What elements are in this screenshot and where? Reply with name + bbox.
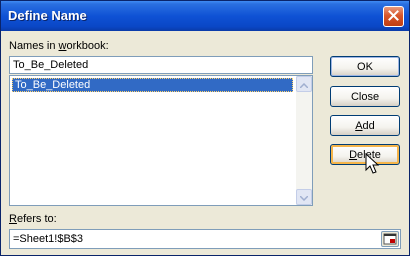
add-button[interactable]: Add [330, 115, 400, 136]
mouse-pointer-icon [365, 152, 385, 177]
name-input[interactable]: To_Be_Deleted [9, 56, 313, 74]
close-window-button[interactable] [383, 6, 404, 27]
collapse-dialog-button[interactable] [381, 231, 399, 247]
scroll-up-arrow-icon [299, 78, 309, 91]
scroll-down-arrow-icon [299, 191, 309, 204]
refers-to-label: Refers to: [9, 213, 57, 225]
vertical-scrollbar[interactable] [296, 76, 312, 205]
define-name-dialog: Define Name Names in workbook: To_Be_Del… [0, 0, 410, 256]
scroll-down-button[interactable] [296, 189, 312, 205]
collapse-dialog-icon [382, 233, 398, 249]
names-listbox[interactable]: To_Be_Deleted [9, 75, 313, 206]
refers-to-input[interactable]: =Sheet1!$B$3 [9, 229, 401, 249]
list-item[interactable]: To_Be_Deleted [12, 78, 293, 92]
title-bar[interactable]: Define Name [1, 1, 409, 31]
window-title: Define Name [8, 8, 87, 23]
ok-button[interactable]: OK [330, 56, 400, 77]
close-icon [388, 9, 399, 24]
refers-to-value: =Sheet1!$B$3 [13, 233, 84, 245]
scroll-up-button[interactable] [296, 76, 312, 92]
close-button[interactable]: Close [330, 86, 400, 107]
names-in-workbook-label: Names in workbook: [9, 40, 109, 52]
